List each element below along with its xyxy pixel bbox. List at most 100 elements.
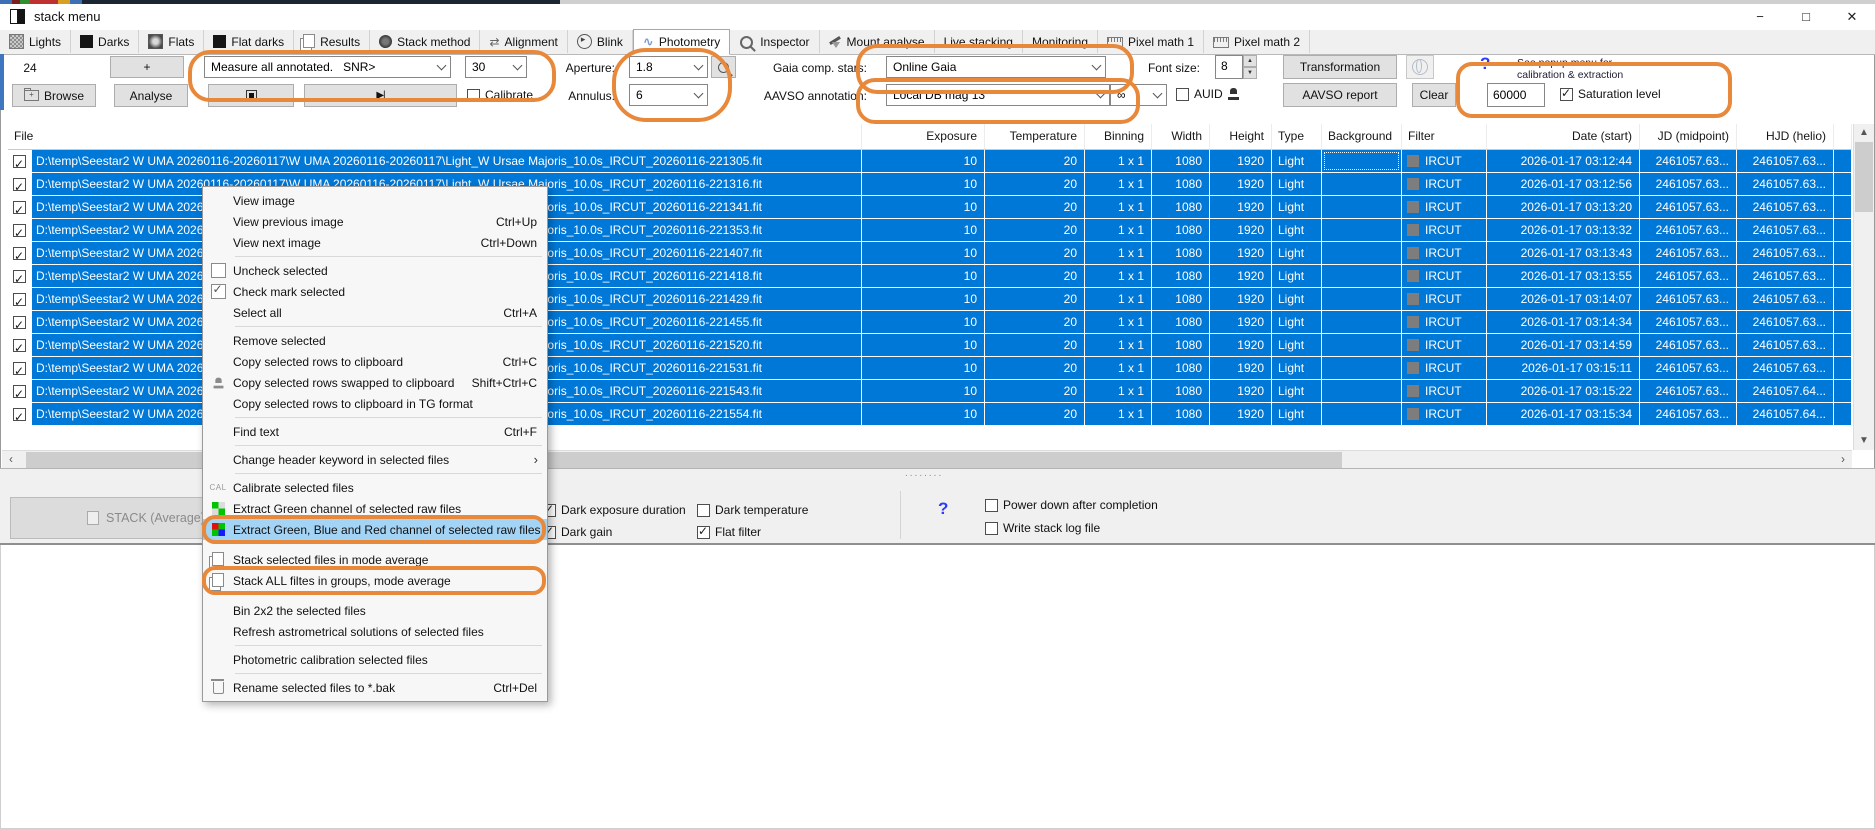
minimize-button[interactable]: − [1737,4,1783,30]
menu-item-stack-all-filtes-in-groups-mode-average[interactable]: Stack ALL filtes in groups, mode average [203,570,547,591]
menu-item-find-text[interactable]: Find textCtrl+F [203,421,547,442]
menu-item-change-header-keyword-in-selected-files[interactable]: Change header keyword in selected files› [203,449,547,470]
menu-item-remove-selected[interactable]: Remove selected [203,330,547,351]
menu-item-copy-selected-rows-swapped-to-clipboard[interactable]: Copy selected rows swapped to clipboardS… [203,372,547,393]
vertical-scrollbar-thumb[interactable] [1855,142,1873,212]
row-checkbox[interactable] [8,288,32,311]
power-down-checkbox[interactable]: Power down after completion [985,498,1158,512]
menu-item-bin-2x2-the-selected-files[interactable]: Bin 2x2 the selected files [203,600,547,621]
column-header-type[interactable]: Type [1272,124,1322,150]
annulus-combo[interactable]: 6 [629,84,708,106]
table-row[interactable]: D:\temp\Seestar2 W UMA 20260116-20260117… [8,150,1852,173]
globe-button[interactable] [1406,55,1434,79]
menu-item-extract-green-channel-of-selected-raw-files[interactable]: Extract Green channel of selected raw fi… [203,498,547,519]
column-header-width[interactable]: Width [1152,124,1210,150]
menu-item-view-previous-image[interactable]: View previous imageCtrl+Up [203,211,547,232]
tab-flats[interactable]: Flats [139,30,204,53]
column-header-date-start[interactable]: Date (start) [1487,124,1640,150]
column-header-hjd-helio[interactable]: HJD (helio) [1737,124,1834,150]
tab-live-stacking[interactable]: Live stacking [935,30,1023,53]
analyse-button[interactable]: Analyse [114,84,188,107]
tab-photometry[interactable]: ∿Photometry [633,29,730,55]
tab-alignment[interactable]: ⇄Alignment [480,30,567,53]
menu-item-select-all[interactable]: Select allCtrl+A [203,302,547,323]
dark-gain-checkbox[interactable]: Dark gain [543,525,612,539]
splitter-grip[interactable]: ........ [905,468,943,479]
column-header-height[interactable]: Height [1210,124,1272,150]
play-button[interactable]: ▶| [304,84,457,107]
menu-item-stack-selected-files-in-mode-average[interactable]: Stack selected files in mode average [203,549,547,570]
menu-item-photometric-calibration-selected-files[interactable]: Photometric calibration selected files [203,649,547,670]
gaia-combo[interactable]: Online Gaia [886,56,1106,78]
menu-item-copy-selected-rows-to-clipboard[interactable]: Copy selected rows to clipboardCtrl+C [203,351,547,372]
column-header-jd-midpoint[interactable]: JD (midpoint) [1640,124,1737,150]
scroll-right-icon[interactable]: › [1834,451,1852,468]
maximize-button[interactable]: □ [1783,4,1829,30]
column-header-exposure[interactable]: Exposure [862,124,985,150]
menu-item-copy-selected-rows-to-clipboard-in-tg-format[interactable]: Copy selected rows to clipboard in TG fo… [203,393,547,414]
row-checkbox[interactable] [8,196,32,219]
measure-mode-combo[interactable]: Measure all annotated. SNR> [204,56,451,78]
add-button[interactable]: + [110,56,184,78]
aavso-report-button[interactable]: AAVSO report [1283,83,1397,107]
stop-button[interactable] [208,84,294,107]
auid-checkbox[interactable]: AUID [1176,87,1239,101]
column-header-binning[interactable]: Binning [1085,124,1152,150]
clear-button[interactable]: Clear [1412,83,1456,107]
column-header-file[interactable]: File [8,124,862,150]
help-question-mark[interactable]: ? [1480,54,1490,74]
row-checkbox[interactable] [8,242,32,265]
column-header-background[interactable]: Background [1322,124,1402,150]
dark-exposure-checkbox[interactable]: Dark exposure duration [543,503,686,517]
row-checkbox[interactable] [8,265,32,288]
fontsize-down-button[interactable]: ▼ [1243,67,1257,79]
vertical-scrollbar[interactable]: ▲ ▼ [1853,124,1874,450]
menu-item-extract-green-blue-and-red-channel-of-selected-raw-files[interactable]: Extract Green, Blue and Red channel of s… [203,519,547,540]
row-checkbox[interactable] [8,357,32,380]
row-checkbox[interactable] [8,311,32,334]
aperture-combo[interactable]: 1.8 [629,56,708,78]
menu-item-view-next-image[interactable]: View next imageCtrl+Down [203,232,547,253]
help-question-mark[interactable]: ? [938,499,948,519]
aavso-annotation-combo[interactable]: Local DB mag 13 [886,84,1110,106]
tab-blink[interactable]: Blink [568,30,633,53]
write-log-checkbox[interactable]: Write stack log file [985,521,1100,535]
row-checkbox[interactable] [8,334,32,357]
dark-temperature-checkbox[interactable]: Dark temperature [697,503,808,517]
close-button[interactable]: ✕ [1829,4,1875,30]
snr-combo[interactable]: 30 [465,56,527,78]
saturation-input[interactable]: 60000 [1487,83,1545,107]
fontsize-up-button[interactable]: ▲ [1243,55,1257,67]
scroll-up-icon[interactable]: ▲ [1854,124,1874,142]
row-checkbox[interactable] [8,173,32,196]
menu-item-uncheck-selected[interactable]: Uncheck selected [203,260,547,281]
tab-lights[interactable]: Lights [0,30,71,53]
row-checkbox[interactable] [8,219,32,242]
menu-item-view-image[interactable]: View image [203,190,547,211]
scroll-down-icon[interactable]: ▼ [1854,432,1874,450]
menu-item-rename-selected-files-to-bak[interactable]: Rename selected files to *.bakCtrl+Del [203,677,547,698]
tab-darks[interactable]: Darks [71,30,139,53]
row-checkbox[interactable] [8,150,32,173]
menu-item-calibrate-selected-files[interactable]: CALCalibrate selected files [203,477,547,498]
browse-button[interactable]: +Browse [12,84,96,107]
tab-flat-darks[interactable]: Flat darks [204,30,294,53]
tab-monitoring[interactable]: Monitoring [1023,30,1098,53]
column-header-temperature[interactable]: Temperature [985,124,1085,150]
tab-stack-method[interactable]: Stack method [370,30,480,53]
tab-results[interactable]: Results [294,30,370,53]
flat-filter-checkbox[interactable]: Flat filter [697,525,761,539]
tab-mount-analyse[interactable]: Mount analyse [820,30,935,53]
infinity-combo[interactable]: ∞ [1110,84,1167,106]
saturation-checkbox[interactable]: Saturation level [1560,87,1661,101]
calibrate-checkbox[interactable]: Calibrate [467,88,533,102]
scroll-left-icon[interactable]: ‹ [2,451,20,468]
star-magnifier-button[interactable] [711,56,736,78]
row-checkbox[interactable] [8,380,32,403]
fontsize-input[interactable]: 8 [1215,55,1243,79]
row-checkbox[interactable] [8,403,32,426]
menu-item-refresh-astrometrical-solutions-of-selected-files[interactable]: Refresh astrometrical solutions of selec… [203,621,547,642]
tab-pixel-math-1[interactable]: Pixel math 1 [1098,30,1204,53]
tab-inspector[interactable]: Inspector [730,30,819,53]
column-header-filter[interactable]: Filter [1402,124,1487,150]
